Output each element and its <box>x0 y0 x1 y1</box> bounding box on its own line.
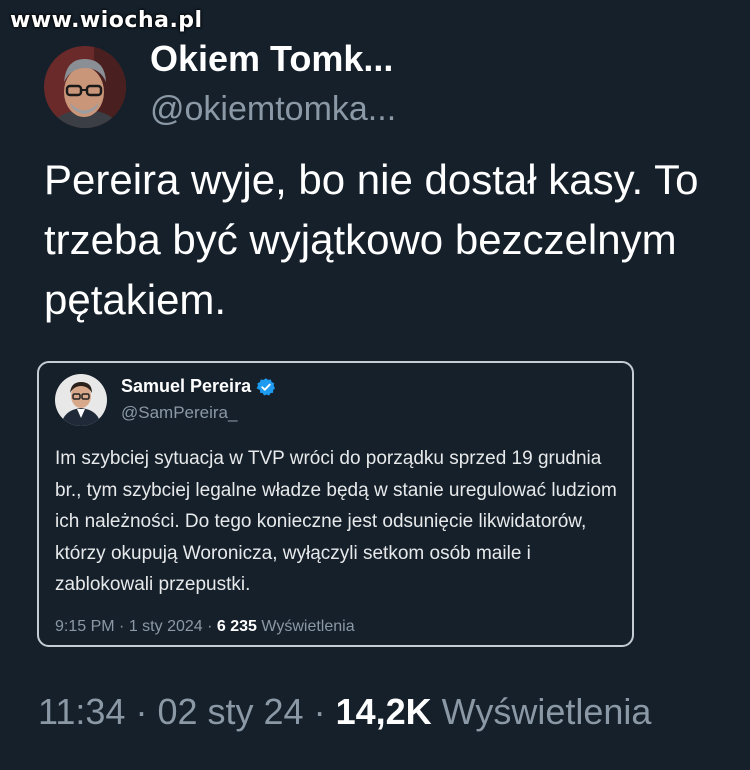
separator: · <box>207 618 213 635</box>
verified-badge-icon <box>256 377 276 395</box>
quoted-author-display-name[interactable]: Samuel Pereira <box>121 376 251 397</box>
watermark: www.wiocha.pl <box>10 8 203 33</box>
separator: · <box>135 691 148 732</box>
separator: · <box>313 691 326 732</box>
tweet-meta: 11:34 · 02 sty 24 · 14,2K Wyświetlenia <box>38 691 651 733</box>
quoted-author-avatar[interactable] <box>55 374 107 426</box>
quoted-author-avatar-image <box>55 374 107 426</box>
quoted-author-handle[interactable]: @SamPereira_ <box>121 403 237 423</box>
quoted-tweet-views-count: 6 235 <box>216 618 257 635</box>
tweet-time[interactable]: 11:34 <box>38 691 125 732</box>
author-handle[interactable]: @okiemtomka... <box>150 90 396 129</box>
quoted-tweet-meta: 9:15 PM · 1 sty 2024 · 6 235 Wyświetleni… <box>55 618 355 636</box>
separator: · <box>119 618 125 635</box>
tweet-views-count: 14,2K <box>335 691 432 732</box>
quoted-tweet-time[interactable]: 9:15 PM <box>55 618 115 635</box>
author-avatar[interactable] <box>44 46 126 128</box>
quoted-tweet-text: Im szybciej sytuacja w TVP wróci do porz… <box>55 448 617 595</box>
quoted-author-name-row[interactable]: Samuel Pereira <box>121 376 276 397</box>
author-avatar-image <box>44 46 126 128</box>
author-display-name[interactable]: Okiem Tomk... <box>150 38 393 80</box>
tweet-views-label: Wyświetlenia <box>441 691 652 732</box>
tweet-text: Pereira wyje, bo nie dostał kasy. To trz… <box>44 156 699 323</box>
quoted-tweet-card[interactable]: Samuel Pereira @SamPereira_ Im szybciej … <box>37 361 634 647</box>
quoted-tweet-date[interactable]: 1 sty 2024 <box>129 618 203 635</box>
quoted-tweet-views-label: Wyświetlenia <box>261 618 355 635</box>
tweet-date[interactable]: 02 sty 24 <box>157 691 303 732</box>
